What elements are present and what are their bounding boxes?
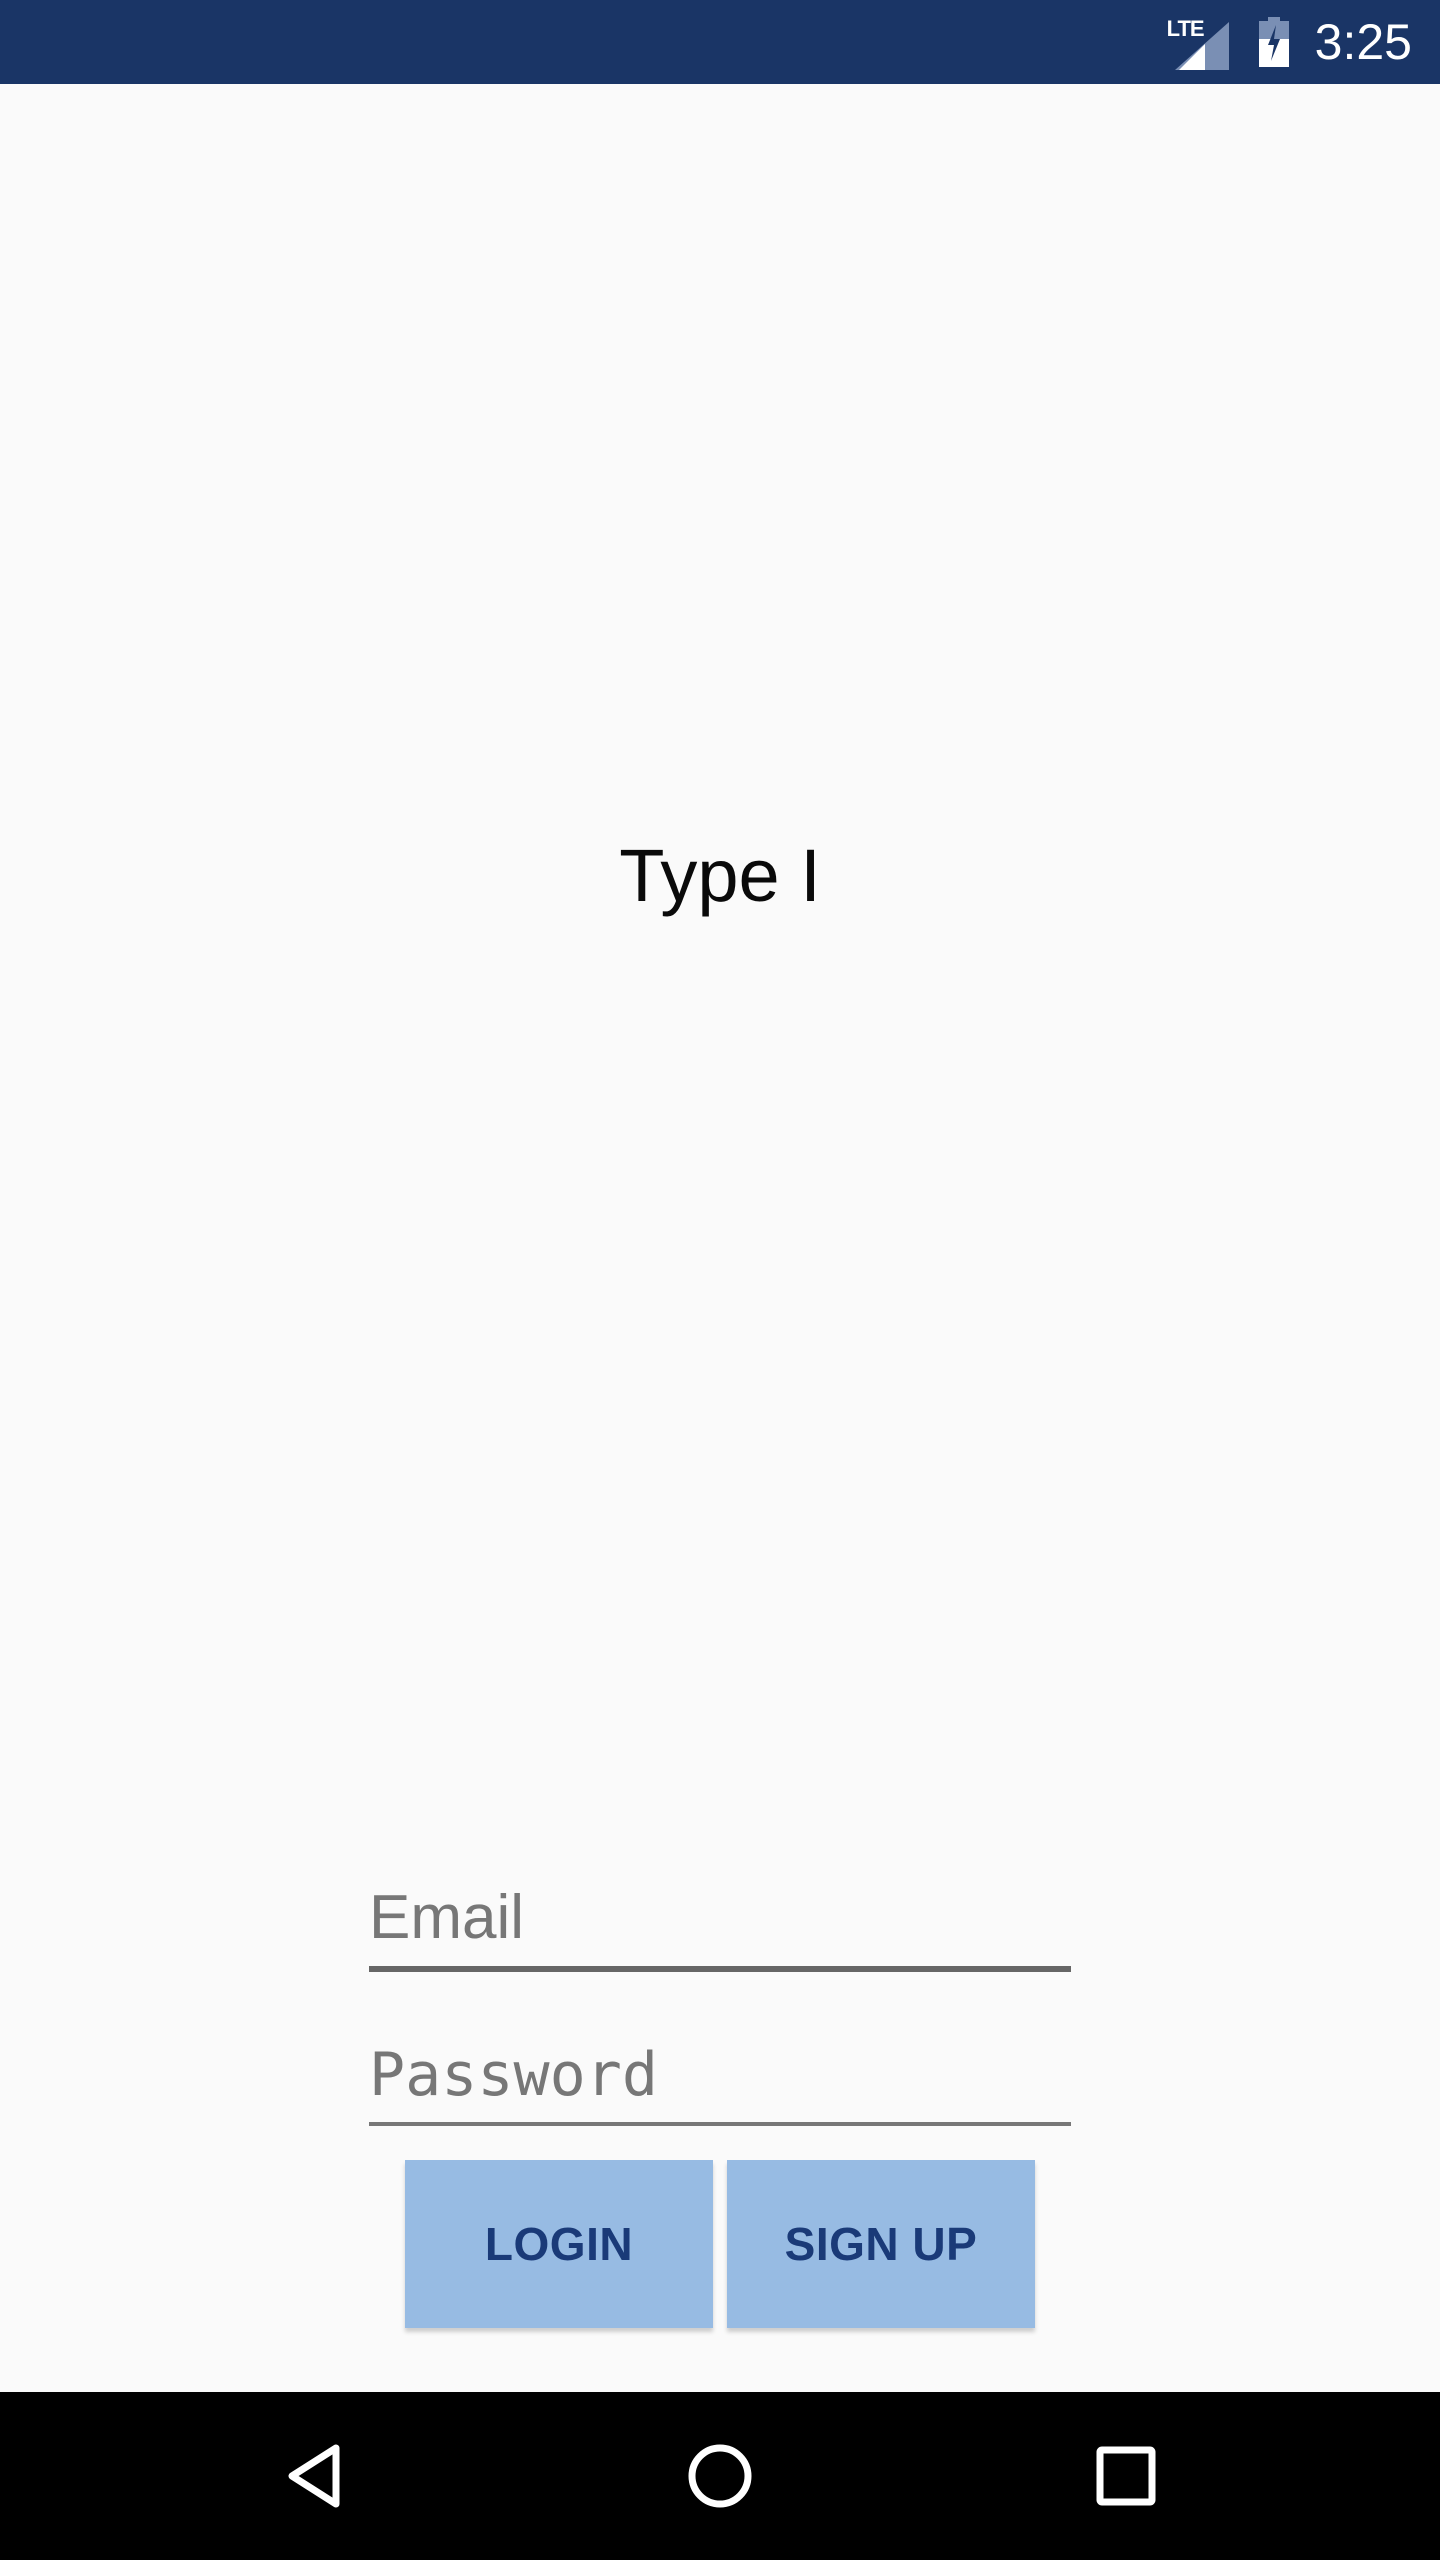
email-input[interactable] <box>369 1872 1071 1962</box>
email-underline <box>369 1966 1071 1972</box>
password-field <box>369 2030 1071 2128</box>
password-underline <box>369 2122 1071 2126</box>
status-icons: LTE 3:25 <box>1167 0 1412 84</box>
login-button[interactable]: LOGIN <box>405 2160 713 2328</box>
status-time: 3:25 <box>1314 14 1412 70</box>
recents-square-icon[interactable] <box>1084 2434 1168 2518</box>
battery-charging-icon <box>1258 17 1289 67</box>
email-field <box>369 1872 1071 1972</box>
signup-button[interactable]: SIGN UP <box>727 2160 1035 2328</box>
page-title: Type I <box>619 834 821 917</box>
password-input[interactable] <box>369 2030 1071 2120</box>
signal-strength-icon <box>1174 22 1229 70</box>
lte-signal-icon: LTE <box>1167 14 1229 70</box>
back-triangle-icon[interactable] <box>274 2434 358 2518</box>
home-circle-icon[interactable] <box>678 2434 762 2518</box>
status-bar: LTE 3:25 <box>0 0 1440 84</box>
navigation-bar <box>0 2392 1440 2560</box>
